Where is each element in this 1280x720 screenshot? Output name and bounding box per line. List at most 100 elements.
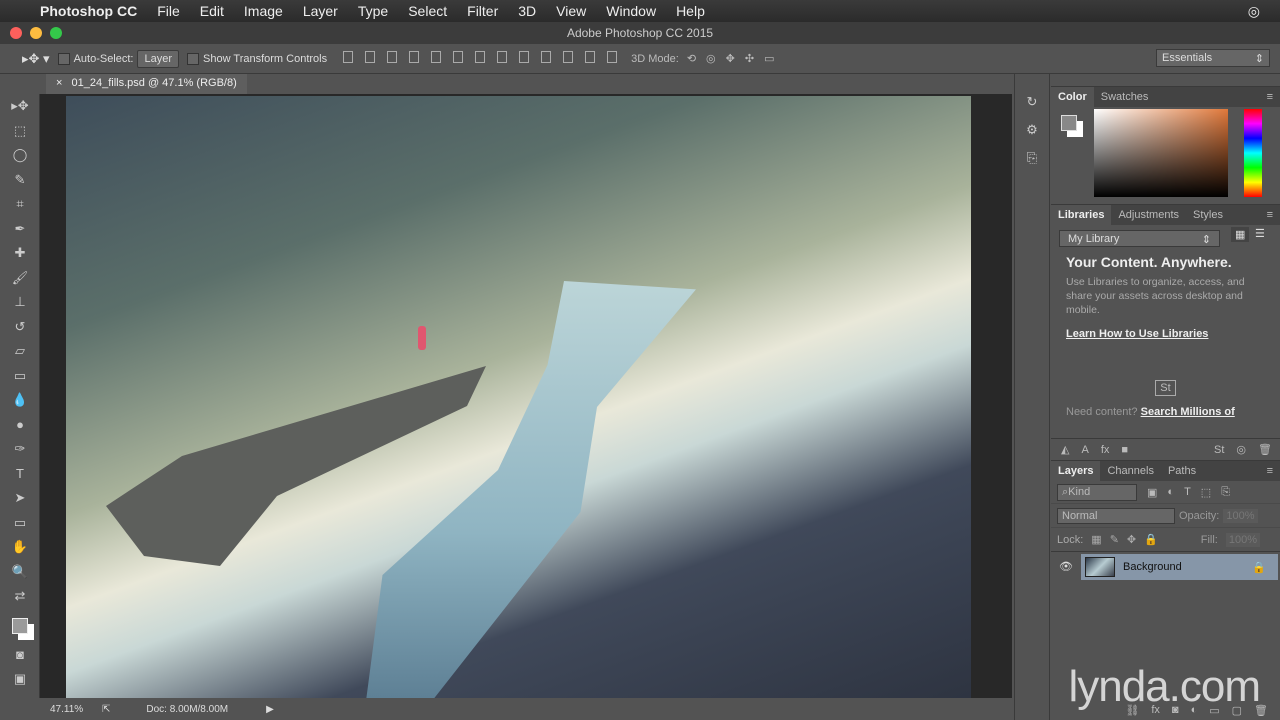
creative-cloud-icon[interactable]: ◎: [1248, 3, 1260, 20]
tab-swatches[interactable]: Swatches: [1094, 87, 1156, 107]
panel-menu-icon[interactable]: ≡: [1260, 205, 1280, 225]
move-tool-preset-icon[interactable]: ▸✥ ▾: [22, 51, 50, 67]
foreground-background-color[interactable]: [0, 609, 40, 643]
color-swatches-fg-bg[interactable]: [1061, 115, 1077, 131]
distribute-bottom-icon[interactable]: [519, 51, 530, 63]
layer-row[interactable]: 👁 Background 🔒: [1051, 551, 1280, 580]
dodge-tool-icon[interactable]: ●: [0, 413, 40, 438]
move-tool-icon[interactable]: ▸✥: [0, 94, 40, 119]
grid-view-icon[interactable]: ▦: [1231, 227, 1250, 242]
eraser-tool-icon[interactable]: ▱: [0, 339, 40, 364]
quick-select-tool-icon[interactable]: ✎: [0, 168, 40, 193]
fill-input[interactable]: 100%: [1225, 532, 1260, 547]
panel-menu-icon[interactable]: ≡: [1260, 87, 1280, 107]
path-select-tool-icon[interactable]: ➤: [0, 486, 40, 511]
character-panel-icon[interactable]: ⎘: [1015, 144, 1049, 172]
auto-select-dropdown[interactable]: Layer: [137, 49, 180, 68]
close-tab-icon[interactable]: ×: [56, 77, 62, 89]
color-field[interactable]: [1094, 109, 1228, 197]
stock-icon[interactable]: St: [1155, 380, 1176, 396]
list-view-icon[interactable]: ☰: [1255, 227, 1265, 240]
history-brush-tool-icon[interactable]: ↺: [0, 315, 40, 340]
library-dropdown[interactable]: My Library ⇕: [1059, 230, 1220, 247]
menu-image[interactable]: Image: [244, 3, 283, 19]
status-menu-arrow-icon[interactable]: ▶: [266, 704, 274, 715]
add-layer-style-icon[interactable]: fx: [1101, 444, 1110, 456]
layer-filter-dropdown[interactable]: ⌕Kind: [1057, 483, 1137, 501]
app-menu[interactable]: Photoshop CC: [40, 3, 137, 19]
crop-tool-icon[interactable]: ⌗: [0, 192, 40, 217]
search-stock-link[interactable]: Search Millions of: [1141, 406, 1235, 418]
tab-channels[interactable]: Channels: [1100, 461, 1160, 481]
distribute-hcenter-icon[interactable]: [563, 51, 574, 63]
minimize-window-button[interactable]: [30, 27, 42, 39]
screen-mode-icon[interactable]: ▣: [0, 667, 40, 692]
history-panel-icon[interactable]: ↻: [1015, 88, 1049, 116]
hue-slider[interactable]: [1244, 109, 1262, 197]
blend-mode-dropdown[interactable]: Normal: [1057, 507, 1175, 524]
align-hcenter-icon[interactable]: [431, 51, 442, 63]
tab-adjustments[interactable]: Adjustments: [1111, 205, 1186, 225]
lock-transparent-icon[interactable]: ▦: [1091, 533, 1101, 546]
tab-paths[interactable]: Paths: [1161, 461, 1203, 481]
menu-filter[interactable]: Filter: [467, 3, 498, 19]
tab-layers[interactable]: Layers: [1051, 461, 1101, 481]
menu-file[interactable]: File: [157, 3, 180, 19]
align-bottom-icon[interactable]: [387, 51, 398, 63]
add-character-style-icon[interactable]: A: [1081, 444, 1088, 456]
type-tool-icon[interactable]: T: [0, 462, 40, 487]
menu-3d[interactable]: 3D: [518, 3, 536, 19]
zoom-window-button[interactable]: [50, 27, 62, 39]
quick-mask-icon[interactable]: ◙: [0, 643, 40, 668]
auto-align-icon[interactable]: [607, 51, 618, 63]
marquee-tool-icon[interactable]: ⬚: [0, 119, 40, 144]
rectangle-tool-icon[interactable]: ▭: [0, 511, 40, 536]
filter-pixel-icon[interactable]: ▣: [1147, 486, 1157, 499]
align-vcenter-icon[interactable]: [365, 51, 376, 63]
document-image[interactable]: [66, 96, 971, 698]
brush-tool-icon[interactable]: 🖌: [0, 266, 40, 291]
delete-icon[interactable]: 🗑: [1258, 443, 1272, 456]
pen-tool-icon[interactable]: ✑: [0, 437, 40, 462]
show-transform-checkbox[interactable]: [187, 52, 200, 65]
distribute-vcenter-icon[interactable]: [497, 51, 508, 63]
menu-view[interactable]: View: [556, 3, 586, 19]
menu-type[interactable]: Type: [358, 3, 388, 19]
visibility-eye-icon[interactable]: 👁: [1059, 560, 1073, 573]
tab-color[interactable]: Color: [1051, 87, 1094, 107]
menu-select[interactable]: Select: [408, 3, 447, 19]
add-color-icon[interactable]: ■: [1121, 444, 1128, 456]
filter-adjustment-icon[interactable]: ◐: [1167, 486, 1174, 498]
export-icon[interactable]: ⇱: [102, 704, 110, 715]
swap-colors-icon[interactable]: ⇄: [0, 584, 40, 609]
tab-styles[interactable]: Styles: [1186, 205, 1230, 225]
align-top-icon[interactable]: [343, 51, 354, 63]
filter-type-icon[interactable]: T: [1184, 486, 1191, 498]
zoom-level[interactable]: 47.11%: [50, 704, 100, 715]
opacity-input[interactable]: 100%: [1223, 508, 1258, 523]
menu-edit[interactable]: Edit: [200, 3, 224, 19]
gradient-tool-icon[interactable]: ▭: [0, 364, 40, 389]
stock-footer-icon[interactable]: St: [1214, 444, 1224, 456]
document-tab[interactable]: × 01_24_fills.psd @ 47.1% (RGB/8): [46, 74, 247, 94]
filter-smart-object-icon[interactable]: ⎘: [1221, 486, 1230, 499]
learn-libraries-link[interactable]: Learn How to Use Libraries: [1066, 327, 1265, 341]
lock-position-icon[interactable]: ✥: [1127, 533, 1136, 546]
lock-pixels-icon[interactable]: ✎: [1110, 533, 1119, 546]
filter-shape-icon[interactable]: ⬚: [1201, 486, 1211, 499]
healing-brush-tool-icon[interactable]: ✚: [0, 241, 40, 266]
menu-layer[interactable]: Layer: [303, 3, 338, 19]
menu-window[interactable]: Window: [606, 3, 656, 19]
eyedropper-tool-icon[interactable]: ✒: [0, 217, 40, 242]
creative-cloud-sync-icon[interactable]: ◎: [1236, 443, 1246, 456]
align-right-icon[interactable]: [453, 51, 464, 63]
align-left-icon[interactable]: [409, 51, 420, 63]
zoom-tool-icon[interactable]: 🔍: [0, 560, 40, 585]
add-graphic-icon[interactable]: ◭: [1061, 443, 1069, 456]
lock-all-icon[interactable]: 🔒: [1144, 533, 1158, 546]
distribute-right-icon[interactable]: [585, 51, 596, 63]
hand-tool-icon[interactable]: ✋: [0, 535, 40, 560]
blur-tool-icon[interactable]: 💧: [0, 388, 40, 413]
properties-panel-icon[interactable]: ⚙: [1015, 116, 1049, 144]
lasso-tool-icon[interactable]: ◯: [0, 143, 40, 168]
